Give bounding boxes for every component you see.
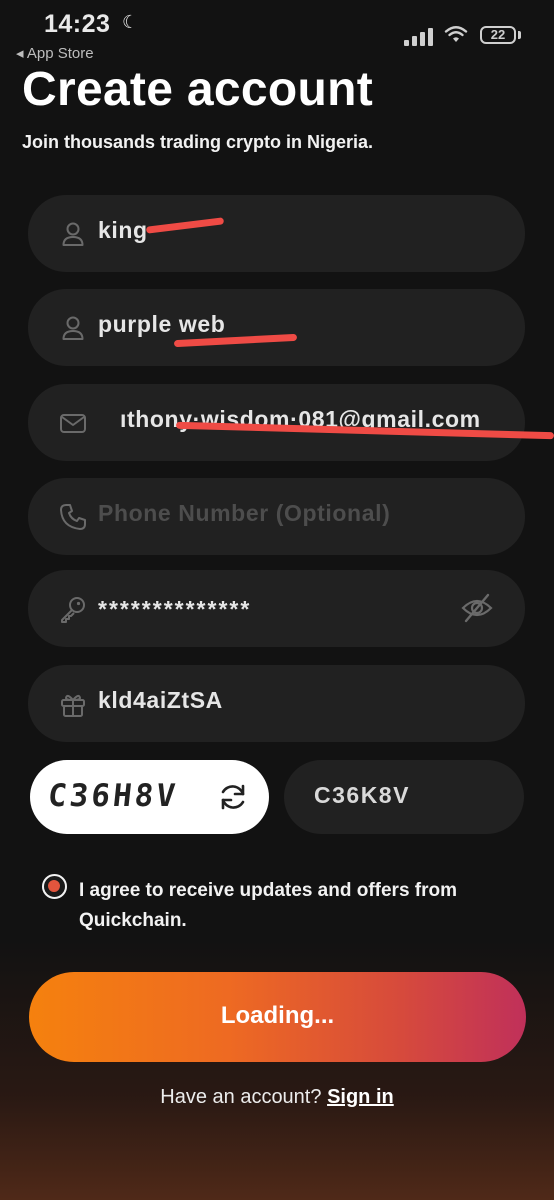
captcha-image: C36H8V [30, 760, 269, 834]
key-icon [61, 597, 85, 623]
phone-icon [60, 504, 86, 530]
submit-button-label: Loading... [220, 1002, 335, 1029]
refresh-icon[interactable] [216, 780, 250, 814]
signin-row: Have an account? Sign in [0, 1086, 554, 1109]
signin-prompt: Have an account? [160, 1086, 322, 1108]
agree-text: I agree to receive updates and offers fr… [79, 880, 458, 931]
moon-icon: ☾ [122, 12, 139, 32]
last-name-field[interactable]: purple web [28, 289, 525, 366]
submit-button[interactable]: Loading... [29, 972, 526, 1062]
status-bar: 14:23 ☾ ◂ App Store 22 [0, 0, 554, 62]
password-value: ************** [98, 596, 252, 622]
wifi-icon [444, 26, 468, 42]
battery-icon: 22 [480, 26, 516, 44]
page-title: Create account [22, 63, 373, 116]
captcha-input[interactable]: C36K8V [284, 760, 524, 834]
agree-radio[interactable] [42, 874, 67, 899]
agree-radio-selected-dot [48, 880, 60, 892]
back-to-app-store-link[interactable]: ◂ App Store [16, 44, 94, 62]
phone-placeholder: Phone Number (Optional) [98, 500, 391, 526]
password-field[interactable]: ************** [28, 570, 525, 647]
battery-cap [518, 31, 521, 39]
signal-icon [404, 28, 434, 46]
email-field[interactable]: ıthony·wisdom·081@gmail.com [28, 384, 525, 461]
page-subtitle: Join thousands trading crypto in Nigeria… [22, 132, 374, 152]
captcha-input-value: C36K8V [314, 782, 410, 808]
status-time: 14:23 [44, 10, 111, 38]
eye-off-icon[interactable] [460, 591, 494, 625]
signin-link[interactable]: Sign in [327, 1086, 394, 1108]
person-icon [62, 316, 84, 340]
last-name-value: purple web [98, 311, 226, 337]
first-name-field[interactable]: king [28, 195, 525, 272]
referral-code-field[interactable]: kld4aiZtSA [28, 665, 525, 742]
captcha-text: C36H8V [46, 778, 180, 814]
person-icon [62, 222, 84, 246]
gift-icon [61, 694, 85, 717]
referral-code-value: kld4aiZtSA [98, 687, 223, 713]
envelope-icon [60, 414, 86, 433]
battery-level: 22 [490, 27, 506, 42]
phone-field[interactable]: Phone Number (Optional) [28, 478, 525, 555]
